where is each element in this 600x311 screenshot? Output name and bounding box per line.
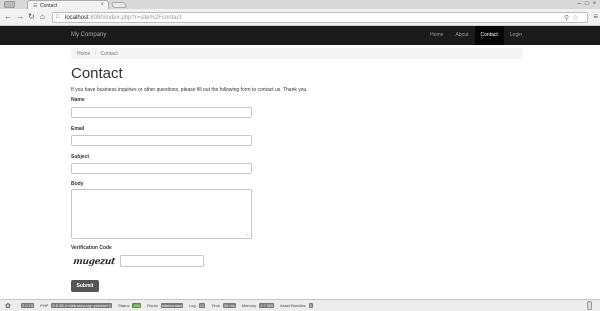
back-icon[interactable]: ← [4, 12, 12, 22]
minimize-icon[interactable]: – [578, 1, 581, 7]
url-host: localhost [65, 15, 89, 21]
new-tab-button[interactable] [110, 2, 128, 8]
verification-code-field[interactable] [120, 255, 204, 267]
breadcrumb-current: Contact [100, 51, 118, 57]
debug-status-label: Status [118, 303, 130, 308]
close-icon[interactable]: × [100, 2, 104, 8]
subject-field[interactable] [71, 163, 252, 174]
browser-tab[interactable]: ☵ Contact × [27, 0, 109, 9]
nav-item-login[interactable]: Login [504, 26, 528, 45]
debug-time-value[interactable]: 26 ms [222, 303, 236, 308]
url-path: :8080/index.php?r=site%2Fcontact [88, 15, 182, 21]
name-label: Name [71, 97, 85, 103]
window-controls: – □ × [578, 1, 596, 7]
nav-item-home[interactable]: Home [424, 26, 449, 45]
body-textarea[interactable]: ∟ [71, 189, 252, 239]
page-title: Contact [71, 65, 123, 82]
brand-link[interactable]: My Company [71, 32, 106, 38]
email-label: Email [71, 126, 85, 132]
debug-memory-value[interactable]: 2.7 MB [259, 303, 274, 308]
breadcrumb-home[interactable]: Home [77, 51, 90, 57]
url-text[interactable]: localhost:8080/index.php?r=site%2Fcontac… [65, 15, 181, 21]
maximize-icon[interactable]: □ [585, 1, 589, 7]
email-field[interactable] [71, 135, 252, 146]
debug-status-value[interactable]: 200 [132, 303, 142, 308]
debug-memory-label: Memory [241, 303, 257, 308]
close-window-icon[interactable]: × [592, 1, 596, 7]
debug-log-value[interactable]: 12 [198, 303, 206, 308]
home-icon[interactable]: ⌂ [40, 12, 45, 22]
nav-item-about[interactable]: About [449, 26, 474, 45]
debug-assets-label: Asset Bundles [279, 303, 306, 308]
subject-label: Subject [71, 154, 90, 160]
name-field[interactable] [71, 107, 252, 118]
nav-menu: Home About Contact Login [424, 26, 528, 45]
browser-tabstrip: ☵ Contact × – □ × [0, 0, 600, 9]
nav-item-contact[interactable]: Contact [474, 26, 504, 45]
debug-route-value[interactable]: site/contact [160, 303, 184, 308]
site-navbar: My Company Home About Contact Login [0, 26, 600, 45]
debug-assets-value[interactable]: 5 [308, 303, 313, 308]
debug-toggle-button[interactable] [587, 301, 592, 310]
submit-button[interactable]: Submit [71, 280, 99, 292]
address-bar[interactable]: □ localhost:8080/index.php?r=site%2Fcont… [52, 12, 588, 23]
debug-log-label: Log [189, 303, 196, 308]
debug-php-label: PHP [40, 303, 49, 308]
browser-toolbar: ← → ↻ ⌂ □ localhost:8080/index.php?r=sit… [0, 9, 600, 26]
captcha-image[interactable]: mugezut [72, 257, 115, 269]
debug-version[interactable]: 2.0.15 [21, 303, 35, 308]
browser-menu-icon[interactable] [4, 1, 15, 8]
debug-php-value[interactable]: 5.5.38-1+deb.sury.org~precise+1 [51, 303, 113, 308]
verification-label: Verification Code [71, 245, 112, 251]
breadcrumb-separator: / [94, 51, 97, 57]
resize-handle-icon[interactable]: ∟ [245, 232, 250, 238]
zoom-icon[interactable]: ⚲ [564, 14, 569, 22]
yii-logo-icon[interactable]: ✿ [5, 302, 11, 310]
debug-toolbar: ✿ 2.0.15 PHP 5.5.38-1+deb.sury.org~preci… [0, 299, 600, 311]
reload-icon[interactable]: ↻ [28, 12, 35, 22]
breadcrumb: Home / Contact [71, 48, 523, 59]
hamburger-menu-icon[interactable]: ≡ [593, 12, 598, 21]
debug-route-label: Route [147, 303, 158, 308]
page-icon: □ [56, 14, 60, 20]
forward-icon[interactable]: → [16, 12, 24, 22]
star-icon[interactable]: ☆ [572, 13, 579, 22]
body-label: Body [71, 181, 84, 187]
intro-text: If you have business inquiries or other … [71, 87, 308, 93]
debug-time-label: Time [211, 303, 220, 308]
debug-items: 2.0.15 PHP 5.5.38-1+deb.sury.org~precise… [21, 303, 313, 308]
